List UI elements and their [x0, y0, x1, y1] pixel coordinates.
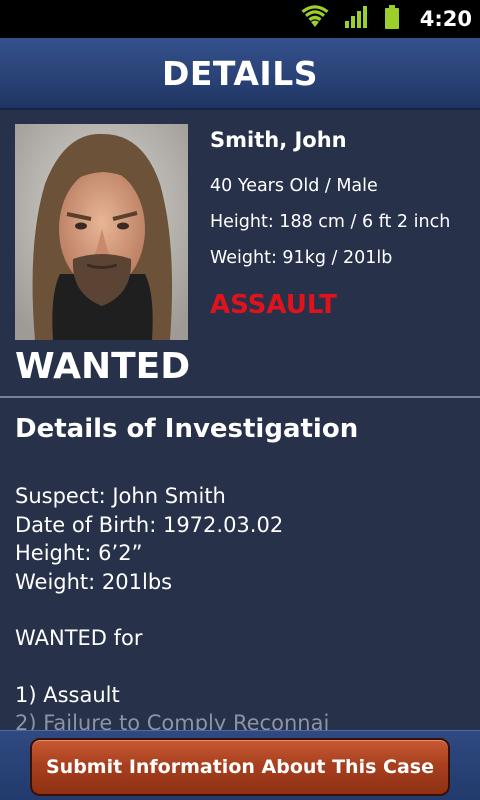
investigation-body: Suspect: John Smith Date of Birth: 1972.…: [15, 482, 465, 730]
title-bar: DETAILS: [0, 38, 480, 110]
bottom-bar: Submit Information About This Case: [0, 730, 480, 800]
page-title: DETAILS: [162, 53, 318, 93]
charge-item: 2) Failure to Comply Reconnai: [15, 711, 330, 730]
investigation-title: Details of Investigation: [15, 414, 359, 444]
height-line: Height: 6’2”: [15, 541, 143, 565]
submit-information-button[interactable]: Submit Information About This Case: [30, 738, 450, 796]
signal-icon: [344, 5, 370, 33]
age-gender: 40 Years Old / Male: [210, 176, 378, 196]
weight-text: Weight: 91kg / 201lb: [210, 248, 393, 268]
suspect-line: Suspect: John Smith: [15, 484, 226, 508]
battery-icon: [384, 5, 400, 33]
suspect-name: Smith, John: [210, 128, 347, 152]
suspect-info: Smith, John 40 Years Old / Male Height: …: [210, 128, 450, 320]
wanted-for-line: WANTED for: [15, 626, 143, 650]
suspect-photo: [15, 124, 188, 340]
crime-label: ASSAULT: [210, 290, 337, 320]
dob-line: Date of Birth: 1972.03.02: [15, 512, 284, 537]
details-content[interactable]: Smith, John 40 Years Old / Male Height: …: [0, 110, 480, 730]
charge-item: 1) Assault: [15, 682, 120, 707]
weight-line: Weight: 201lbs: [15, 569, 173, 594]
status-time: 4:20: [419, 7, 472, 31]
divider: [0, 396, 480, 398]
status-bar: 4:20: [0, 0, 480, 38]
wanted-label: WANTED: [15, 346, 191, 387]
submit-button-label: Submit Information About This Case: [46, 756, 434, 778]
wifi-icon: [300, 5, 330, 33]
height-text: Height: 188 cm / 6 ft 2 inch: [210, 212, 451, 232]
